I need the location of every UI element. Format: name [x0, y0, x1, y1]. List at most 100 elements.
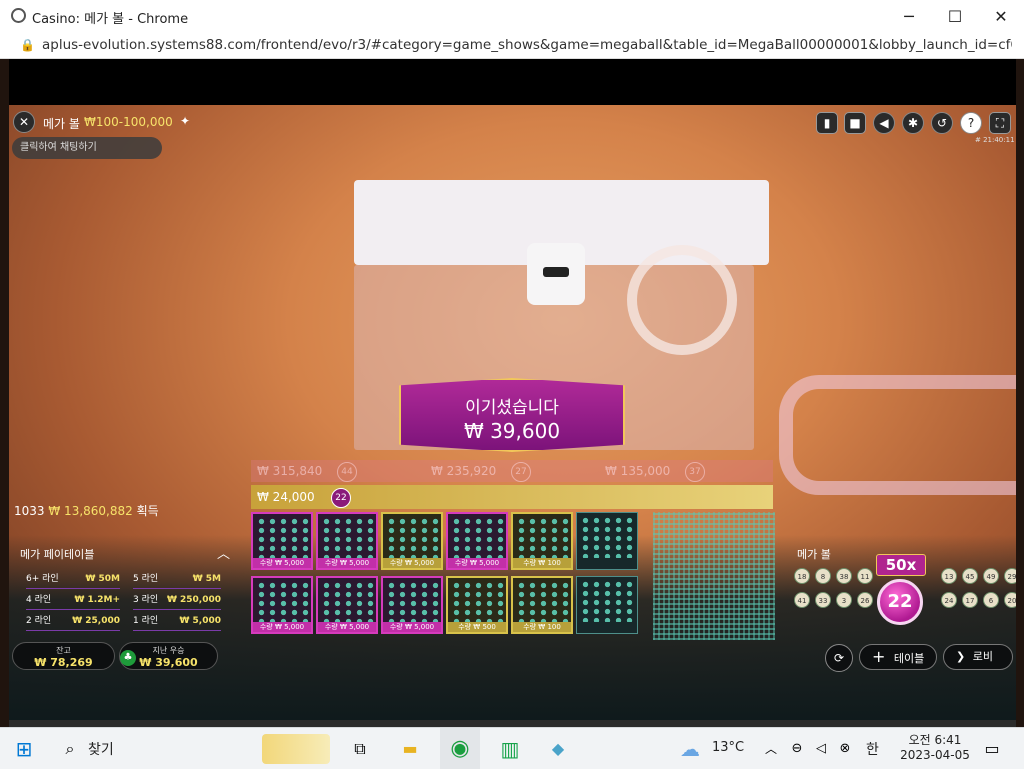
bingo-card[interactable]: 수량 ₩ 5,000 [316, 576, 378, 634]
background-strip-right [1016, 59, 1024, 727]
url-text[interactable]: aplus-evolution.systems88.com/frontend/e… [42, 37, 1012, 53]
chevron-up-icon[interactable]: ︿ [217, 543, 230, 562]
card-stake: 수량 ₩ 5,000 [383, 622, 441, 632]
drawn-ball: 45 [962, 568, 978, 584]
weather-icon[interactable]: ☁ [670, 728, 710, 769]
paytable-row: 6+ 라인 ₩ 50M [26, 570, 120, 589]
browser-titlebar: Casino: 메가 볼 - Chrome ─ ☐ ✕ [0, 0, 1024, 32]
minimize-button[interactable]: ─ [886, 0, 932, 32]
drawn-ball: 29 [1004, 568, 1016, 584]
chart-app-icon[interactable]: ▥ [490, 728, 530, 769]
drawn-ball: 3 [836, 592, 852, 608]
card-stake: 수량 ₩ 5,000 [253, 558, 311, 568]
bingo-card[interactable] [576, 512, 638, 570]
close-button[interactable]: ✕ [978, 0, 1024, 32]
drawn-ball: 20 [1004, 592, 1016, 608]
background-strip-left [0, 59, 9, 727]
maximize-button[interactable]: ☐ [932, 0, 978, 32]
weather-temp[interactable]: 13°C [712, 740, 744, 755]
drawn-ball: 8 [815, 568, 831, 584]
video-icon[interactable]: ■ [844, 112, 866, 134]
ime-indicator[interactable]: 한 [866, 739, 879, 759]
bingo-card[interactable] [576, 576, 638, 634]
lobby-button-label: 로비 [972, 650, 993, 663]
winners-amount: ₩ 13,860,882 [48, 504, 133, 518]
card-stake: 수량 ₩ 5,000 [383, 558, 441, 568]
drawn-ball: 17 [962, 592, 978, 608]
card-stake: 수량 ₩ 100 [513, 558, 571, 568]
megaball-title: 메가 볼 [797, 548, 831, 561]
card-number-grid [386, 581, 440, 623]
bet-limits[interactable]: ₩100-100,000 [84, 115, 173, 129]
card-number-grid [580, 516, 634, 558]
card-number-grid [321, 581, 375, 623]
bingo-card[interactable]: 수량 ₩ 5,000 [316, 512, 378, 570]
search-icon[interactable]: ⌕ [50, 728, 90, 769]
paytable-row: 3 라인 ₩ 250,000 [133, 591, 221, 610]
drawn-ball: 13 [941, 568, 957, 584]
balance-pill: 잔고 ₩ 78,269 [12, 642, 115, 670]
card-stake [577, 623, 637, 633]
card-number-grid [516, 581, 570, 623]
winners-suffix: 획득 [136, 504, 159, 518]
tray-status-icon[interactable]: ⊗ [830, 728, 860, 769]
settings-icon[interactable]: ✱ [902, 112, 924, 134]
studio-camera [527, 243, 585, 305]
page-top-band [9, 59, 1016, 105]
table-button[interactable]: + 테이블 [859, 644, 937, 670]
chat-input[interactable]: 클릭하여 채팅하기 [12, 137, 162, 159]
card-number-grid [321, 517, 375, 559]
card-number-grid [580, 580, 634, 622]
card-number-grid [516, 517, 570, 559]
paytable-row: 5 라인 ₩ 5M [133, 570, 221, 589]
lobby-icon: ❯ [956, 650, 966, 663]
paytable-title: 메가 페이테이블 [20, 548, 95, 561]
chat-icon[interactable]: ▮ [816, 112, 838, 134]
bingo-card[interactable]: 수량 ₩ 100 [511, 512, 573, 570]
bingo-card[interactable]: 수량 ₩ 100 [511, 576, 573, 634]
bingo-card[interactable]: 수량 ₩ 5,000 [446, 512, 508, 570]
notification-icon[interactable]: ▭ [972, 728, 1012, 769]
globe-icon [11, 8, 26, 23]
help-icon[interactable]: ? [960, 112, 982, 134]
address-bar[interactable]: 🔒 aplus-evolution.systems88.com/frontend… [0, 32, 1024, 59]
notes-app-icon[interactable]: ◆ [538, 728, 578, 769]
rebet-icon[interactable]: ⟳ [825, 644, 853, 672]
sound-icon[interactable]: ◀ [873, 112, 895, 134]
card-number-grid [451, 581, 505, 623]
chrome-icon[interactable]: ◉ [440, 728, 480, 769]
star-icon[interactable]: ✦ [180, 114, 190, 128]
taskview-icon[interactable]: ⧉ [340, 728, 380, 769]
win-banner-amount: ₩ 39,600 [463, 419, 561, 443]
table-button-label: 테이블 [893, 652, 925, 665]
mini-cards-grid[interactable] [653, 512, 775, 640]
taskbar-search-label[interactable]: 찾기 [88, 739, 114, 759]
windows-start-icon[interactable]: ⊞ [4, 728, 44, 769]
card-stake: 수량 ₩ 5,000 [448, 558, 506, 568]
bingo-card[interactable]: 수량 ₩ 5,000 [381, 576, 443, 634]
paytable[interactable]: 메가 페이테이블 ︿ 6+ 라인 ₩ 50M 5 라인 ₩ 5M 4 라인 ₩ 1.2… [9, 537, 241, 631]
card-number-grid [256, 581, 310, 623]
plus-icon: + [872, 647, 886, 666]
card-stake: 수량 ₩ 5,000 [318, 622, 376, 632]
win-banner: 이기셨습니다 ₩ 39,600 [399, 378, 625, 452]
clock-time: 오전 6:41 [908, 733, 962, 747]
bingo-card[interactable]: 수량 ₩ 5,000 [251, 512, 313, 570]
drawn-ball: 38 [836, 568, 852, 584]
clock-date: 2023-04-05 [900, 748, 970, 762]
card-stake: 수량 ₩ 5,000 [318, 558, 376, 568]
clock[interactable]: 오전 6:41 2023-04-05 [900, 731, 970, 762]
close-game-button[interactable]: ✕ [13, 111, 35, 133]
history-icon[interactable]: ↺ [931, 112, 953, 134]
fullscreen-icon[interactable]: ⛶ [989, 112, 1011, 134]
lobby-button[interactable]: ❯ 로비 [943, 644, 1013, 670]
bingo-card[interactable]: 수량 ₩ 500 [446, 576, 508, 634]
file-explorer-icon[interactable]: ▬ [390, 728, 430, 769]
megaball-multiplier: 50x [876, 554, 926, 576]
game-viewport[interactable]: ✕ 메가 볼 ₩100-100,000 ✦ 클릭하여 채팅하기 ▮ ■ ◀ ✱ … [9, 105, 1016, 720]
bingo-card[interactable]: 수량 ₩ 5,000 [381, 512, 443, 570]
card-stake: 수량 ₩ 100 [513, 622, 571, 632]
lock-icon[interactable]: 🔒 [20, 38, 35, 52]
bingo-card[interactable]: 수량 ₩ 5,000 [251, 576, 313, 634]
active-prize-row: ₩ 24,000 22 [251, 485, 773, 509]
